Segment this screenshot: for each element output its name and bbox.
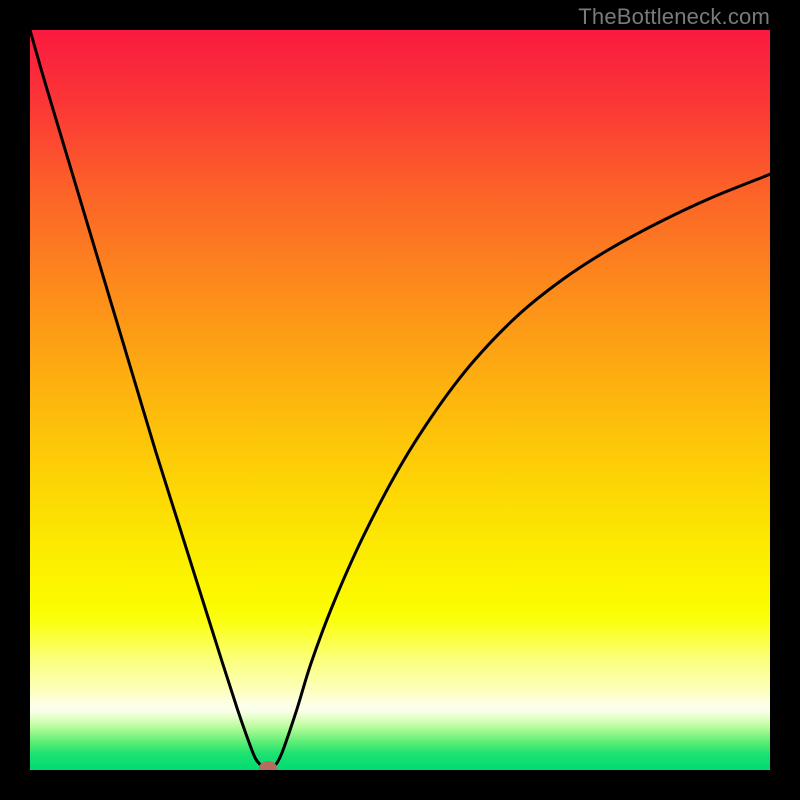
chart-frame: TheBottleneck.com (0, 0, 800, 800)
optimal-point-marker (259, 761, 277, 770)
bottleneck-curve (30, 30, 770, 770)
watermark-text: TheBottleneck.com (578, 4, 770, 30)
plot-area (30, 30, 770, 770)
